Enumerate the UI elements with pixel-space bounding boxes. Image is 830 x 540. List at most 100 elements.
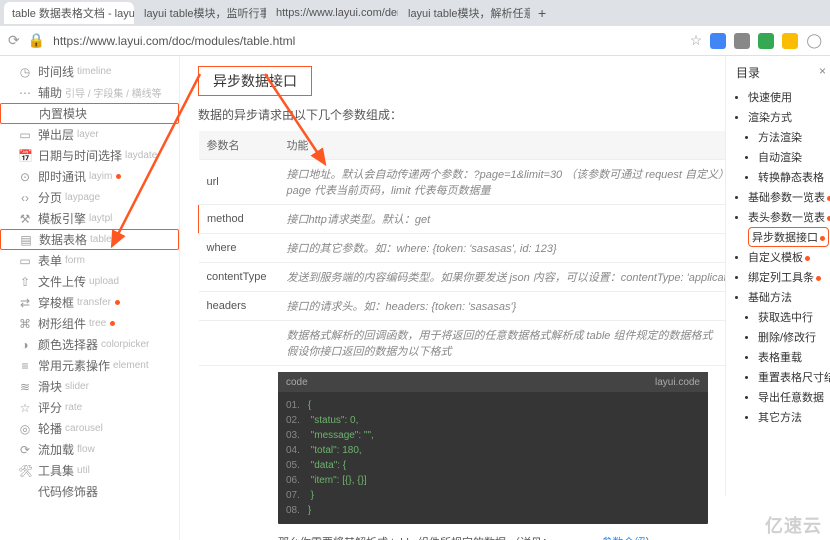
- sidebar-item[interactable]: ◎轮播carousel: [0, 418, 179, 439]
- sidebar-item[interactable]: ⌘树形组件tree: [0, 313, 179, 334]
- sidebar-item[interactable]: ≋滑块slider: [0, 376, 179, 397]
- sidebar-item[interactable]: ⋯辅助引导 / 字段集 / 横线等: [0, 82, 179, 103]
- sidebar-item[interactable]: ▤数据表格table: [0, 229, 179, 250]
- section-heading: 异步数据接口: [198, 66, 312, 96]
- sidebar-label: 即时通讯: [38, 168, 86, 185]
- toc-item[interactable]: 表头参数一览表: [748, 207, 826, 227]
- sidebar-label: 表单: [38, 252, 62, 269]
- browser-tab[interactable]: https://www.layui.com/demo/t...×: [268, 2, 398, 24]
- sidebar-label: 分页: [38, 189, 62, 206]
- toc-item[interactable]: 异步数据接口: [748, 227, 829, 247]
- toc-item[interactable]: 渲染方式: [748, 107, 826, 127]
- sidebar-label: 内置模块: [39, 105, 87, 122]
- sidebar-item[interactable]: ⟳流加载flow: [0, 439, 179, 460]
- sidebar-icon: ⇧: [18, 275, 32, 289]
- sidebar-icon: ≋: [18, 380, 32, 394]
- sidebar-icon: ◑: [18, 338, 32, 352]
- new-dot-icon: [116, 174, 121, 179]
- code-block: codelayui.code 01.{02. "status": 0,03. "…: [278, 372, 708, 524]
- url-text[interactable]: https://www.layui.com/doc/modules/table.…: [53, 34, 682, 48]
- sidebar-icon: ▭: [18, 254, 32, 268]
- toc-item[interactable]: 绑定列工具条: [748, 267, 826, 287]
- param-name: contentType: [199, 263, 279, 292]
- sidebar-item[interactable]: ⇧文件上传upload: [0, 271, 179, 292]
- sidebar-label: 轮播: [38, 420, 62, 437]
- browser-tabbar: table 数据表格文档 - layui× layui table模块，监听行事…: [0, 0, 830, 26]
- sidebar-label: 树形组件: [38, 315, 86, 332]
- sidebar-label: 流加载: [38, 441, 74, 458]
- sidebar-item[interactable]: 代码修饰器: [0, 481, 179, 502]
- sidebar-item[interactable]: ⊙即时通讯layim: [0, 166, 179, 187]
- sidebar-icon: ⊙: [18, 170, 32, 184]
- toc-item[interactable]: 基础方法: [748, 287, 826, 307]
- sidebar-item[interactable]: 内置模块: [0, 103, 179, 124]
- new-tab-button[interactable]: +: [532, 5, 552, 21]
- table-row: contentType发送到服务端的内容编码类型。如果你要发送 json 内容，…: [199, 263, 812, 292]
- toc-item[interactable]: 删除/修改行: [758, 327, 826, 347]
- sidebar-icon: 📅: [18, 149, 32, 163]
- toc-item[interactable]: 转换静态表格: [758, 167, 826, 187]
- sidebar-label: 文件上传: [38, 273, 86, 290]
- extension-icon[interactable]: [758, 33, 774, 49]
- sidebar-icon: ◎: [18, 422, 32, 436]
- doc-sidebar: ◷时间线timeline⋯辅助引导 / 字段集 / 横线等内置模块 ▭弹出层lay…: [0, 56, 180, 540]
- params-table: 参数名功能 url接口地址。默认会自动传递两个参数：?page=1&limit=…: [198, 131, 812, 366]
- table-row: where接口的其它参数。如：where: {token: 'sasasas',…: [199, 234, 812, 263]
- sidebar-item[interactable]: 📅日期与时间选择laydate: [0, 145, 179, 166]
- profile-icon[interactable]: ◯: [806, 32, 822, 49]
- star-icon[interactable]: ☆: [690, 32, 703, 49]
- toc-item[interactable]: 获取选中行: [758, 307, 826, 327]
- sidebar-icon: ⟳: [18, 443, 32, 457]
- sidebar-item[interactable]: ≡常用元素操作element: [0, 355, 179, 376]
- close-icon[interactable]: ×: [819, 64, 826, 81]
- toc-item[interactable]: 方法渲染: [758, 127, 826, 147]
- sidebar-item[interactable]: 🛠工具集util: [0, 460, 179, 481]
- sidebar-item[interactable]: ◷时间线timeline: [0, 61, 179, 82]
- sidebar-item[interactable]: ⇄穿梭框transfer: [0, 292, 179, 313]
- new-dot-icon: [110, 321, 115, 326]
- sidebar-item[interactable]: ▭表单form: [0, 250, 179, 271]
- table-row: url接口地址。默认会自动传递两个参数：?page=1&limit=30 （该参…: [199, 160, 812, 205]
- toc-item[interactable]: 其它方法: [758, 407, 826, 427]
- sidebar-label: 代码修饰器: [38, 483, 98, 500]
- extension-icon[interactable]: [734, 33, 750, 49]
- param-name: where: [199, 234, 279, 263]
- lock-icon: 🔒: [28, 32, 45, 49]
- toc-item[interactable]: 快速使用: [748, 87, 826, 107]
- browser-addressbar: ⟳ 🔒 https://www.layui.com/doc/modules/ta…: [0, 26, 830, 56]
- sidebar-icon: ⇄: [18, 296, 32, 310]
- browser-tab[interactable]: table 数据表格文档 - layui×: [4, 2, 134, 24]
- sidebar-icon: ▤: [19, 233, 33, 247]
- extension-icon[interactable]: [782, 33, 798, 49]
- toc-panel: 目录 × 快速使用渲染方式方法渲染自动渲染转换静态表格基础参数一览表表头参数一览表…: [725, 56, 830, 496]
- sidebar-label: 常用元素操作: [38, 357, 110, 374]
- browser-tab[interactable]: layui table模块，监听行事件 - ...×: [136, 2, 266, 24]
- toc-item[interactable]: 重置表格尺寸结构: [758, 367, 826, 387]
- sidebar-icon: ☆: [18, 401, 32, 415]
- browser-tab[interactable]: layui table模块，解析任意数据...×: [400, 2, 530, 24]
- sidebar-label: 日期与时间选择: [38, 147, 122, 164]
- toc-item[interactable]: 自定义模板: [748, 247, 826, 267]
- table-row: headers接口的请求头。如：headers: {token: 'sasasa…: [199, 292, 812, 321]
- toc-item[interactable]: 表格重载: [758, 347, 826, 367]
- sidebar-item[interactable]: ☆评分rate: [0, 397, 179, 418]
- sidebar-item[interactable]: ◑颜色选择器colorpicker: [0, 334, 179, 355]
- sidebar-label: 模板引擎: [38, 210, 86, 227]
- sidebar-item[interactable]: ▭弹出层layer: [0, 124, 179, 145]
- sidebar-icon: ‹›: [18, 191, 32, 205]
- toc-title: 目录: [736, 64, 760, 81]
- extension-icon[interactable]: [710, 33, 726, 49]
- param-name: url: [199, 160, 279, 205]
- sidebar-item[interactable]: ‹›分页laypage: [0, 187, 179, 208]
- toc-item[interactable]: 自动渲染: [758, 147, 826, 167]
- sidebar-icon: ≡: [18, 359, 32, 373]
- sidebar-label: 工具集: [38, 462, 74, 479]
- new-dot-icon: [115, 300, 120, 305]
- reload-icon[interactable]: ⟳: [8, 32, 20, 49]
- sidebar-label: 评分: [38, 399, 62, 416]
- toc-item[interactable]: 导出任意数据: [758, 387, 826, 407]
- sidebar-item[interactable]: ⚒模板引擎laytpl: [0, 208, 179, 229]
- toc-item[interactable]: 基础参数一览表: [748, 187, 826, 207]
- sidebar-icon: ◷: [18, 65, 32, 79]
- param-name: headers: [199, 292, 279, 321]
